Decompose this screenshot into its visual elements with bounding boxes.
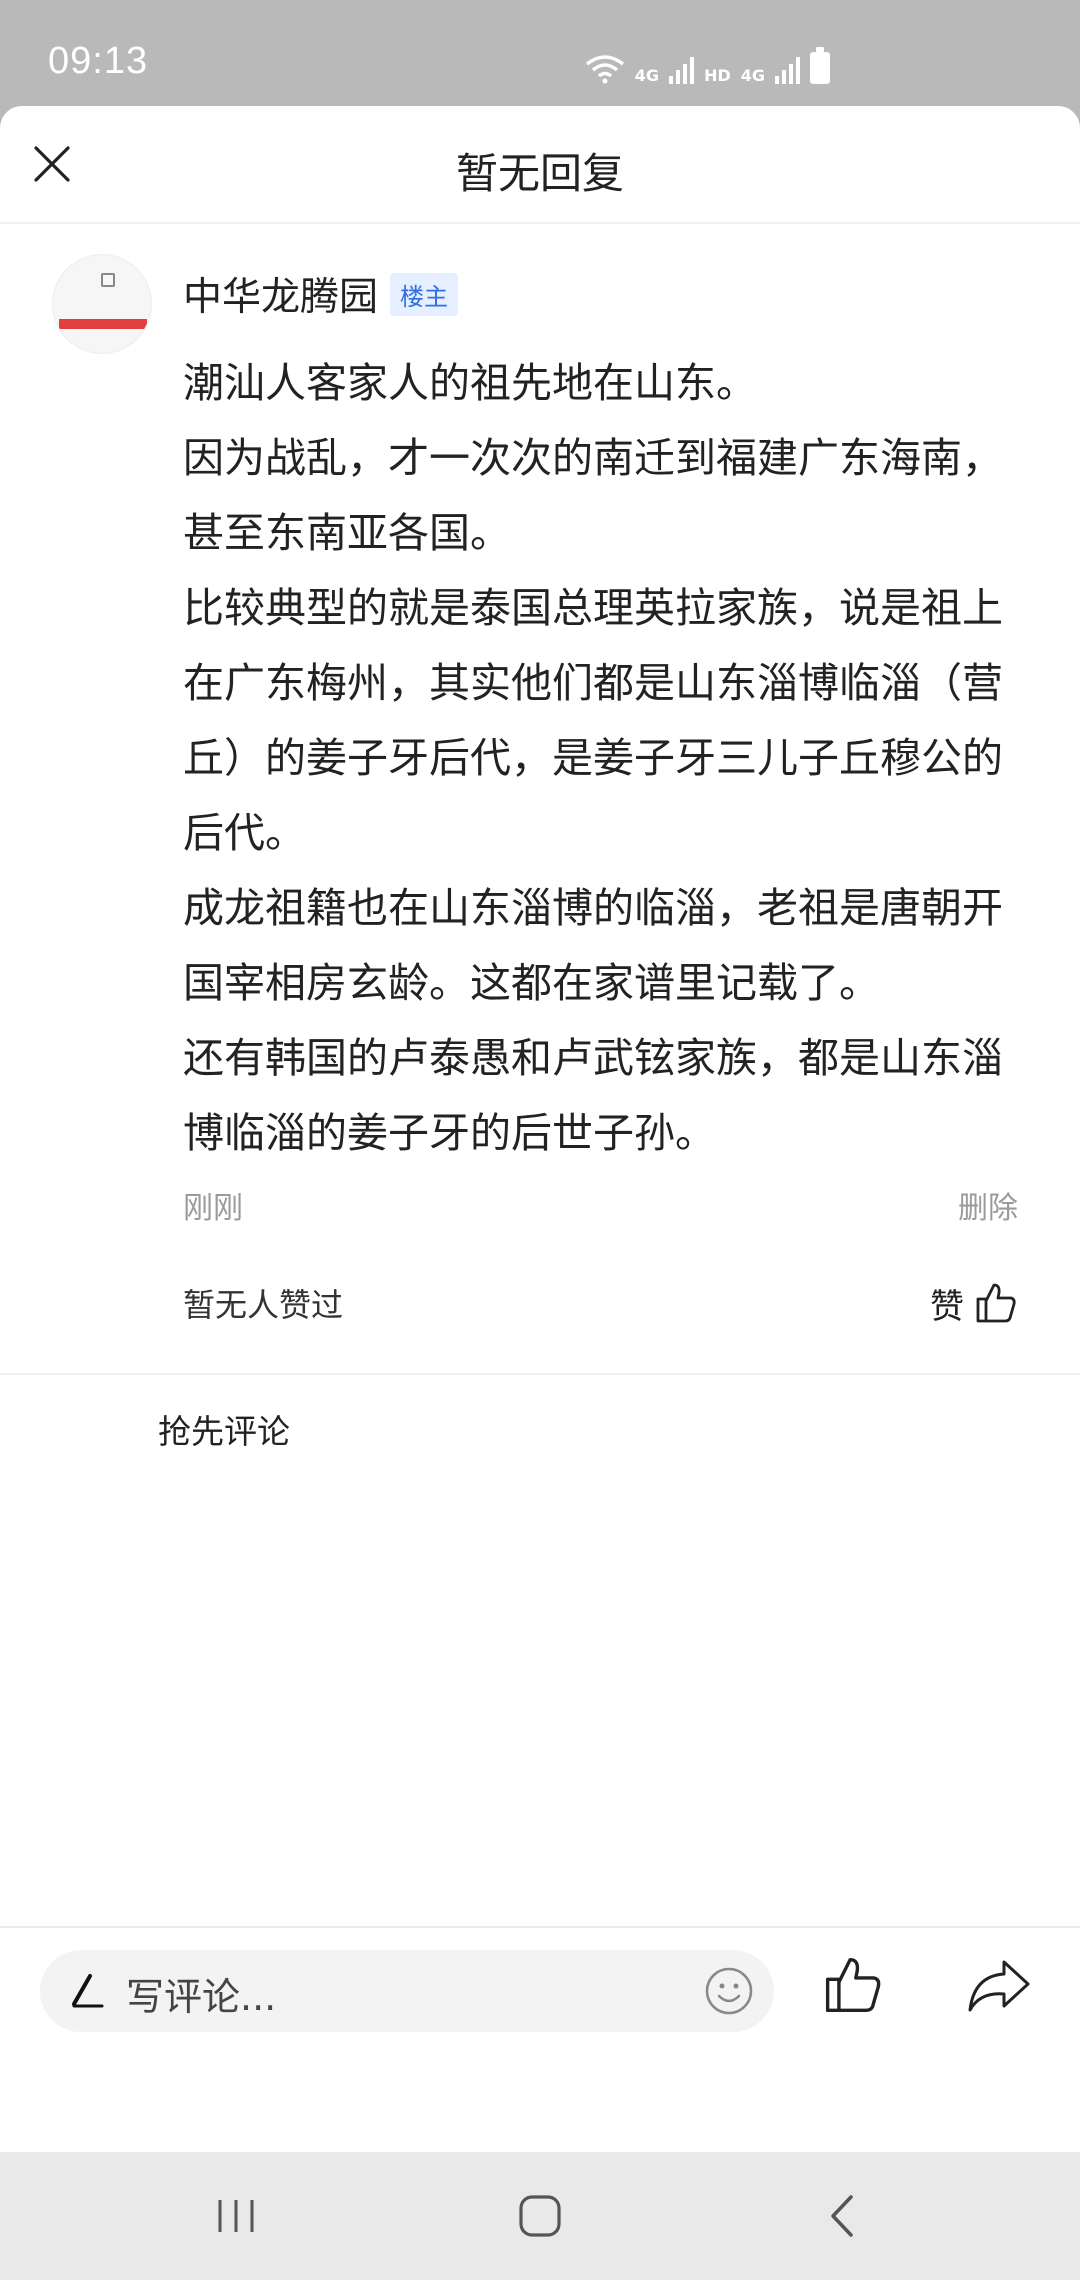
post-paragraph: 因为战乱，才一次次的南迁到福建广东海南，甚至东南亚各国。 — [183, 434, 1003, 557]
author-name[interactable]: 中华龙腾园 — [183, 266, 378, 322]
network-label-2: 4G — [740, 66, 765, 85]
recent-apps-icon — [218, 2200, 254, 2232]
signal-icon-1 — [669, 54, 695, 84]
post-paragraph: 潮汕人客家人的祖先地在山东。 — [183, 359, 757, 407]
delete-button[interactable]: 删除 — [958, 1183, 1018, 1233]
first-comment-prompt: 抢先评论 — [158, 1412, 290, 1451]
comment-bar: 写评论... — [0, 1926, 1080, 2048]
battery-icon — [810, 47, 830, 84]
network-label-1: 4G — [634, 66, 660, 85]
post-meta: 刚刚 删除 — [183, 1183, 1018, 1233]
like-label: 赞 — [930, 1286, 964, 1327]
back-button[interactable] — [812, 2186, 872, 2246]
thumbs-up-icon — [976, 1283, 1016, 1323]
reply-sheet: 暂无回复 中华龙腾园 楼主 潮汕人客家人的祖先地在山东。 因为战乱，才一次次的南… — [0, 106, 1080, 2152]
sheet-header: 暂无回复 — [0, 106, 1080, 224]
post-paragraph: 成龙祖籍也在山东淄博的临淄，老祖是唐朝开国宰相房玄龄。这都在家谱里记载了。 — [183, 884, 1003, 1007]
pen-icon — [72, 1974, 104, 2008]
share-icon[interactable] — [966, 1954, 1032, 2016]
post-time: 刚刚 — [183, 1191, 243, 1226]
recent-apps-button[interactable] — [206, 2186, 266, 2246]
like-count-text: 暂无人赞过 — [183, 1286, 344, 1324]
author-row: 中华龙腾园 楼主 — [183, 224, 1018, 322]
comment-placeholder: 写评论... — [126, 1975, 277, 2019]
like-row: 暂无人赞过 赞 — [183, 1273, 1018, 1333]
thumbs-up-icon[interactable] — [822, 1954, 884, 2016]
emoji-icon[interactable] — [704, 1966, 754, 2016]
status-time: 09:13 — [48, 40, 149, 82]
status-bar: 09:13 4G HD 4G — [0, 0, 1080, 106]
system-nav-bar — [0, 2152, 1080, 2280]
status-icons: 4G HD 4G — [585, 44, 830, 84]
home-icon — [519, 2195, 561, 2237]
page-title: 暂无回复 — [455, 149, 624, 198]
wifi-icon — [585, 55, 624, 84]
comment-input[interactable]: 写评论... — [40, 1950, 774, 2032]
hd-label: HD — [704, 66, 731, 85]
post-paragraph: 比较典型的就是泰国总理英拉家族，说是祖上在广东梅州，其实他们都是山东淄博临淄（营… — [183, 584, 1003, 857]
avatar[interactable] — [52, 254, 152, 354]
home-button[interactable] — [510, 2186, 570, 2246]
signal-icon-2 — [775, 54, 800, 84]
post: 中华龙腾园 楼主 潮汕人客家人的祖先地在山东。 因为战乱，才一次次的南迁到福建广… — [0, 224, 1080, 1333]
author-badge: 楼主 — [390, 272, 459, 316]
post-paragraph: 还有韩国的卢泰愚和卢武铉家族，都是山东淄博临淄的姜子牙的后世子孙。 — [183, 1034, 1003, 1157]
post-body: 潮汕人客家人的祖先地在山东。 因为战乱，才一次次的南迁到福建广东海南，甚至东南亚… — [183, 346, 1018, 1171]
like-button[interactable]: 赞 — [930, 1279, 1018, 1328]
back-icon — [831, 2195, 853, 2237]
